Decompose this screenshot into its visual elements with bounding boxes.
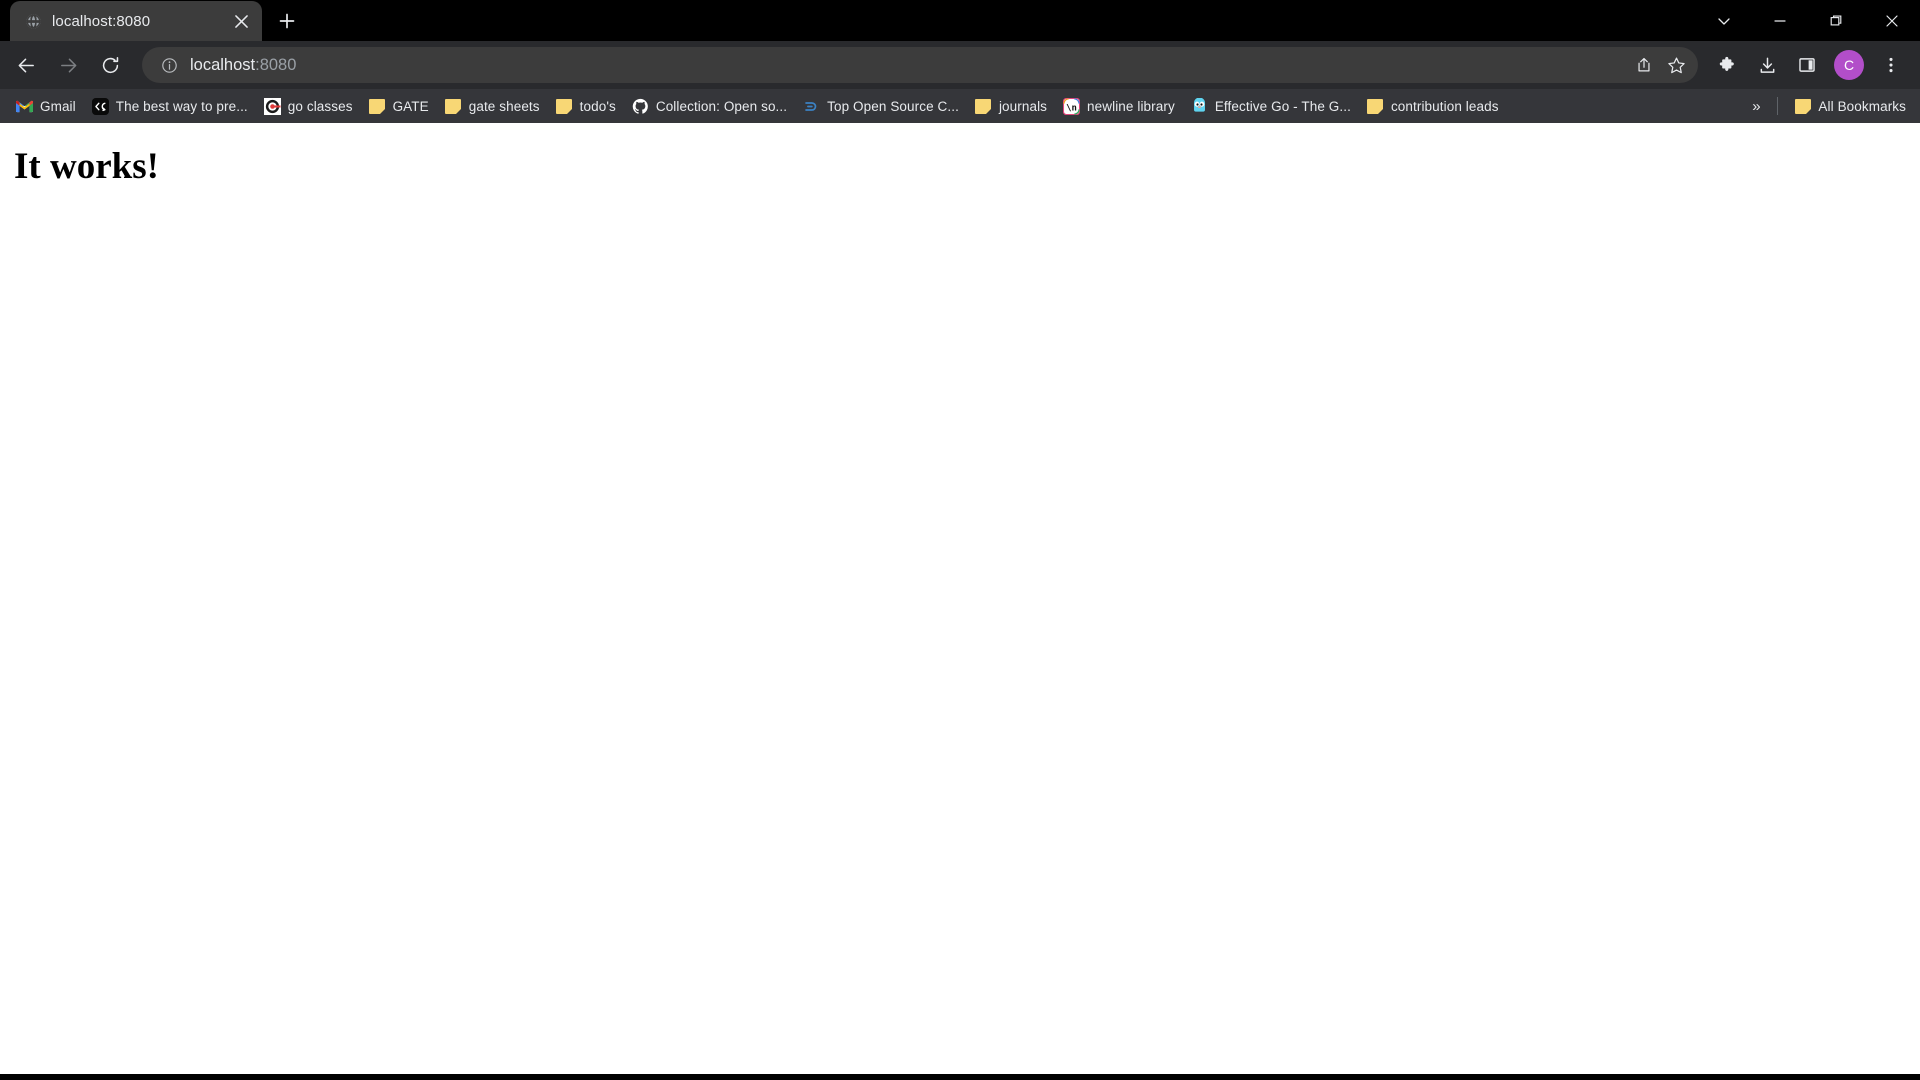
page-heading: It works! — [14, 146, 159, 187]
bookmark-label: GATE — [392, 98, 429, 114]
bookmark-todos[interactable]: todo's — [548, 93, 624, 119]
tab-title: localhost:8080 — [52, 12, 151, 30]
share-icon[interactable] — [1628, 49, 1660, 81]
address-bar-text: localhost:8080 — [190, 56, 1628, 75]
window-bottom-edge — [0, 1074, 1920, 1080]
bookmark-label: go classes — [287, 98, 353, 114]
bookmarks-bar: Gmail The best way to pre... go classes … — [0, 89, 1920, 123]
bookmark-label: Top Open Source C... — [827, 98, 959, 114]
go-gopher-icon — [1191, 97, 1208, 115]
new-tab-button[interactable] — [270, 4, 304, 38]
folder-icon — [445, 98, 462, 115]
browser-toolbar: localhost:8080 C — [0, 41, 1920, 89]
all-bookmarks-label: All Bookmarks — [1818, 98, 1906, 114]
chrome-menu-button[interactable] — [1872, 46, 1910, 84]
svg-text:\n: \n — [1066, 103, 1077, 113]
newline-icon: \n — [1063, 97, 1081, 115]
tab-strip: localhost:8080 — [0, 0, 1920, 41]
bookmark-top-open-source-c[interactable]: Top Open Source C... — [795, 93, 967, 119]
bookmark-effective-go[interactable]: Effective Go - The G... — [1183, 93, 1359, 119]
reload-button[interactable] — [90, 45, 130, 85]
all-bookmarks-button[interactable]: All Bookmarks — [1786, 93, 1914, 119]
avatar[interactable]: C — [1834, 50, 1864, 80]
url-port: :8080 — [255, 55, 297, 74]
globe-icon — [24, 12, 42, 30]
divider — [1777, 97, 1779, 115]
back-button[interactable] — [6, 45, 46, 85]
bookmark-label: gate sheets — [468, 98, 540, 114]
minimize-button[interactable] — [1752, 0, 1808, 41]
forward-button[interactable] — [48, 45, 88, 85]
side-panel-button[interactable] — [1788, 46, 1826, 84]
folder-icon — [1794, 98, 1811, 115]
maximize-button[interactable] — [1808, 0, 1864, 41]
bookmarks-bar-right: » All Bookmarks — [1739, 93, 1914, 119]
bookmarks-overflow-button[interactable]: » — [1743, 93, 1769, 119]
bookmark-newline-library[interactable]: \n newline library — [1055, 93, 1183, 119]
downloads-button[interactable] — [1748, 46, 1786, 84]
tab-search-button[interactable] — [1696, 0, 1752, 41]
bookmark-gate-sheets[interactable]: gate sheets — [437, 93, 548, 119]
bookmark-label: The best way to pre... — [115, 98, 248, 114]
window-controls — [1696, 0, 1920, 41]
close-window-button[interactable] — [1864, 0, 1920, 41]
browser-tab-active[interactable]: localhost:8080 — [10, 1, 262, 41]
close-icon[interactable] — [228, 8, 254, 34]
bookmark-label: journals — [998, 98, 1048, 114]
gmail-icon — [16, 98, 33, 115]
url-host: localhost — [190, 55, 256, 74]
extensions-button[interactable] — [1708, 46, 1746, 84]
bookmark-label: newline library — [1087, 98, 1175, 114]
folder-icon — [556, 98, 573, 115]
bookmark-label: contribution leads — [1390, 98, 1499, 114]
folder-icon — [975, 98, 992, 115]
target-icon — [263, 97, 281, 115]
bookmark-collection-open-so[interactable]: Collection: Open so... — [624, 93, 795, 119]
info-circle-icon[interactable] — [156, 52, 182, 78]
dev-icon — [91, 97, 109, 115]
bookmark-star-icon[interactable] — [1660, 49, 1692, 81]
bookmark-label: Collection: Open so... — [655, 98, 788, 114]
page-content: It works! — [0, 123, 1920, 1074]
blue-d-icon — [803, 98, 820, 115]
bookmark-label: Gmail — [40, 98, 76, 114]
bookmark-gate[interactable]: GATE — [361, 93, 437, 119]
folder-icon — [369, 98, 386, 115]
bookmark-gmail[interactable]: Gmail — [8, 93, 84, 119]
bookmark-label: Effective Go - The G... — [1214, 98, 1351, 114]
bookmark-label: todo's — [579, 98, 616, 114]
bookmark-the-best-way-to-pre[interactable]: The best way to pre... — [84, 93, 256, 119]
address-bar[interactable]: localhost:8080 — [142, 47, 1698, 83]
folder-icon — [1367, 98, 1384, 115]
bookmark-contribution-leads[interactable]: contribution leads — [1359, 93, 1507, 119]
bookmark-go-classes[interactable]: go classes — [256, 93, 361, 119]
github-icon — [632, 98, 649, 115]
bookmark-journals[interactable]: journals — [967, 93, 1055, 119]
